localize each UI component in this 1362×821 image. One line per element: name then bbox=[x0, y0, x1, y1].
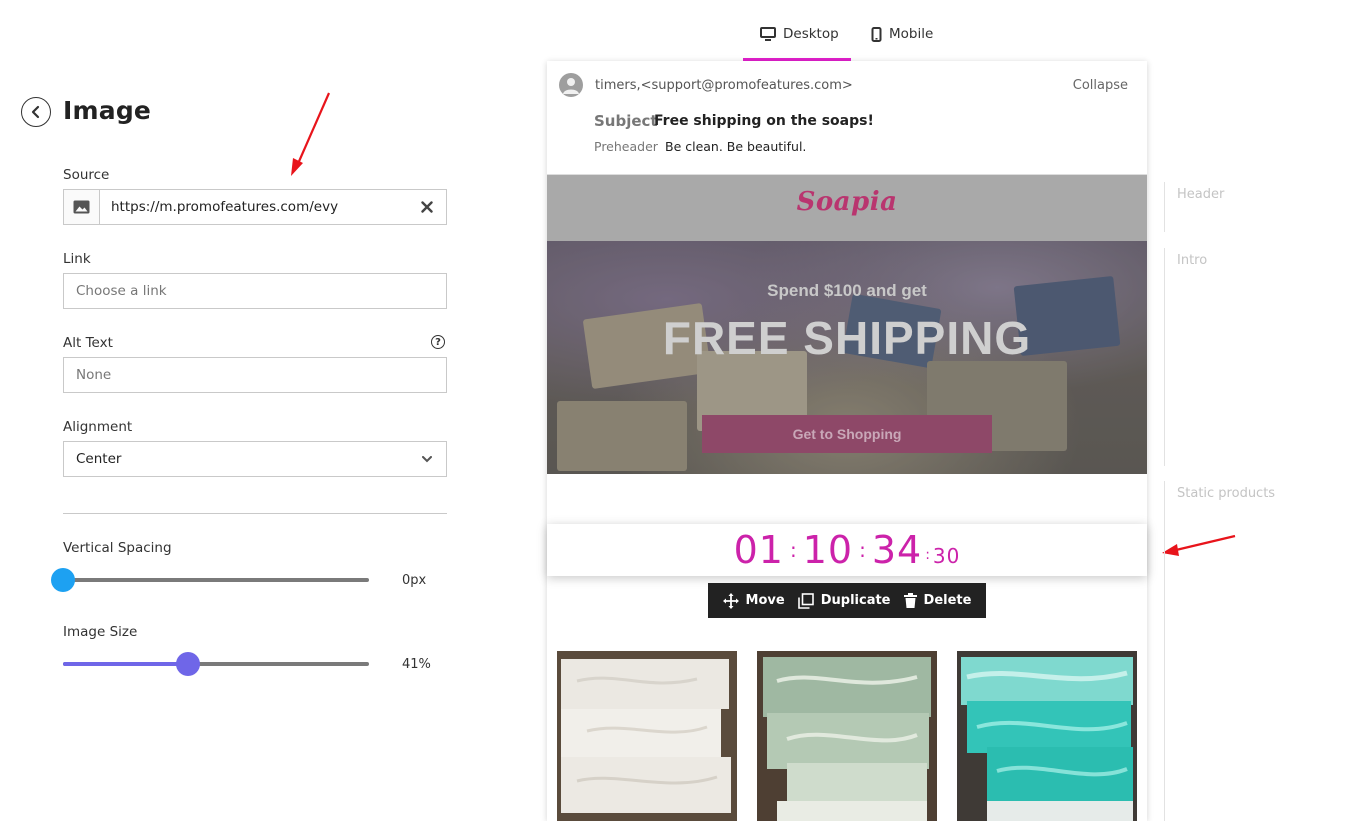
subject-label: Subject bbox=[594, 112, 658, 130]
brand-logo: Soapia bbox=[796, 187, 898, 217]
alt-text-placeholder: None bbox=[76, 367, 112, 383]
vertical-spacing-slider[interactable] bbox=[51, 568, 369, 592]
chevron-down-icon bbox=[408, 455, 446, 463]
image-size-fill bbox=[63, 662, 189, 666]
duplicate-label: Duplicate bbox=[820, 593, 891, 608]
product-image[interactable] bbox=[757, 651, 937, 821]
timer-hours: 01 bbox=[733, 528, 784, 572]
alignment-label: Alignment bbox=[63, 419, 133, 435]
sender-address: timers,<support@promofeatures.com> bbox=[595, 78, 853, 93]
hero-block[interactable]: Spend $100 and get FREE SHIPPING Get to … bbox=[547, 241, 1147, 474]
close-icon bbox=[421, 201, 433, 213]
image-size-slider[interactable] bbox=[63, 652, 369, 676]
chevron-left-icon bbox=[31, 105, 40, 119]
timer-minutes: 10 bbox=[802, 528, 854, 572]
product-image[interactable] bbox=[957, 651, 1137, 821]
section-outline-intro bbox=[1164, 248, 1165, 466]
avatar bbox=[559, 73, 583, 97]
header-block[interactable]: Soapia bbox=[547, 175, 1147, 241]
subject-value[interactable]: Free shipping on the soaps! bbox=[654, 113, 874, 129]
help-icon[interactable]: ? bbox=[431, 335, 445, 349]
block-toolbar: Move Duplicate Delete bbox=[708, 583, 986, 618]
move-label: Move bbox=[745, 593, 785, 608]
email-preview: timers,<support@promofeatures.com> Colla… bbox=[547, 61, 1147, 821]
delete-label: Delete bbox=[923, 593, 972, 608]
hero-title: FREE SHIPPING bbox=[662, 312, 1032, 364]
vertical-spacing-value: 0px bbox=[402, 573, 427, 588]
mobile-icon bbox=[871, 27, 882, 42]
image-icon[interactable] bbox=[64, 190, 100, 224]
email-header: timers,<support@promofeatures.com> Colla… bbox=[547, 61, 1147, 175]
source-field: https://m.promofeatures.com/evy bbox=[63, 189, 447, 225]
collapse-button[interactable]: Collapse bbox=[1073, 78, 1128, 93]
section-header-label[interactable]: Header bbox=[1177, 187, 1224, 202]
trash-icon bbox=[903, 593, 917, 608]
timer-separator: : bbox=[925, 547, 930, 563]
move-icon bbox=[722, 592, 739, 609]
section-outline-static-products bbox=[1164, 481, 1165, 821]
link-placeholder: Choose a link bbox=[76, 283, 167, 299]
product-image[interactable] bbox=[557, 651, 737, 821]
preheader-label: Preheader bbox=[594, 139, 658, 154]
section-outline-header bbox=[1164, 182, 1165, 232]
annotation-arrow-source bbox=[291, 92, 331, 176]
vertical-spacing-label: Vertical Spacing bbox=[63, 540, 172, 556]
duplicate-button[interactable]: Duplicate bbox=[797, 592, 891, 609]
panel-title: Image bbox=[63, 96, 152, 125]
desktop-icon bbox=[760, 27, 776, 41]
alignment-select[interactable]: Center bbox=[63, 441, 447, 477]
vertical-spacing-thumb[interactable] bbox=[51, 568, 75, 592]
alignment-value: Center bbox=[76, 451, 122, 467]
countdown-timer[interactable]: 01 : 10 : 34 : 30 bbox=[547, 524, 1147, 576]
annotation-arrow-timer bbox=[1162, 534, 1236, 556]
shop-button[interactable]: Get to Shopping bbox=[702, 415, 992, 453]
clear-source-button[interactable] bbox=[408, 201, 446, 213]
duplicate-icon bbox=[797, 592, 814, 609]
tab-mobile-label: Mobile bbox=[889, 26, 934, 42]
section-intro-label[interactable]: Intro bbox=[1177, 253, 1207, 268]
timer-seconds: 34 bbox=[871, 528, 923, 572]
tab-mobile[interactable]: Mobile bbox=[871, 26, 933, 61]
alt-text-input[interactable]: None bbox=[63, 357, 447, 393]
back-button[interactable] bbox=[21, 97, 51, 127]
hero-pretitle: Spend $100 and get bbox=[767, 281, 927, 300]
image-size-label: Image Size bbox=[63, 624, 138, 640]
source-url-input[interactable]: https://m.promofeatures.com/evy bbox=[100, 199, 408, 215]
link-label: Link bbox=[63, 251, 91, 267]
tab-desktop-label: Desktop bbox=[783, 26, 839, 42]
divider bbox=[63, 513, 447, 514]
move-button[interactable]: Move bbox=[722, 592, 785, 609]
timer-centiseconds: 30 bbox=[932, 544, 961, 568]
image-size-thumb[interactable] bbox=[176, 652, 201, 676]
alt-text-label: Alt Text bbox=[63, 335, 113, 351]
delete-button[interactable]: Delete bbox=[903, 593, 972, 608]
timer-separator: : bbox=[789, 538, 797, 562]
image-size-value: 41% bbox=[402, 657, 431, 672]
link-input[interactable]: Choose a link bbox=[63, 273, 447, 309]
section-static-products-label[interactable]: Static products bbox=[1177, 486, 1275, 501]
source-label: Source bbox=[63, 167, 110, 183]
timer-separator: : bbox=[859, 538, 866, 562]
preheader-value[interactable]: Be clean. Be beautiful. bbox=[665, 139, 806, 154]
tab-desktop[interactable]: Desktop bbox=[743, 26, 851, 61]
